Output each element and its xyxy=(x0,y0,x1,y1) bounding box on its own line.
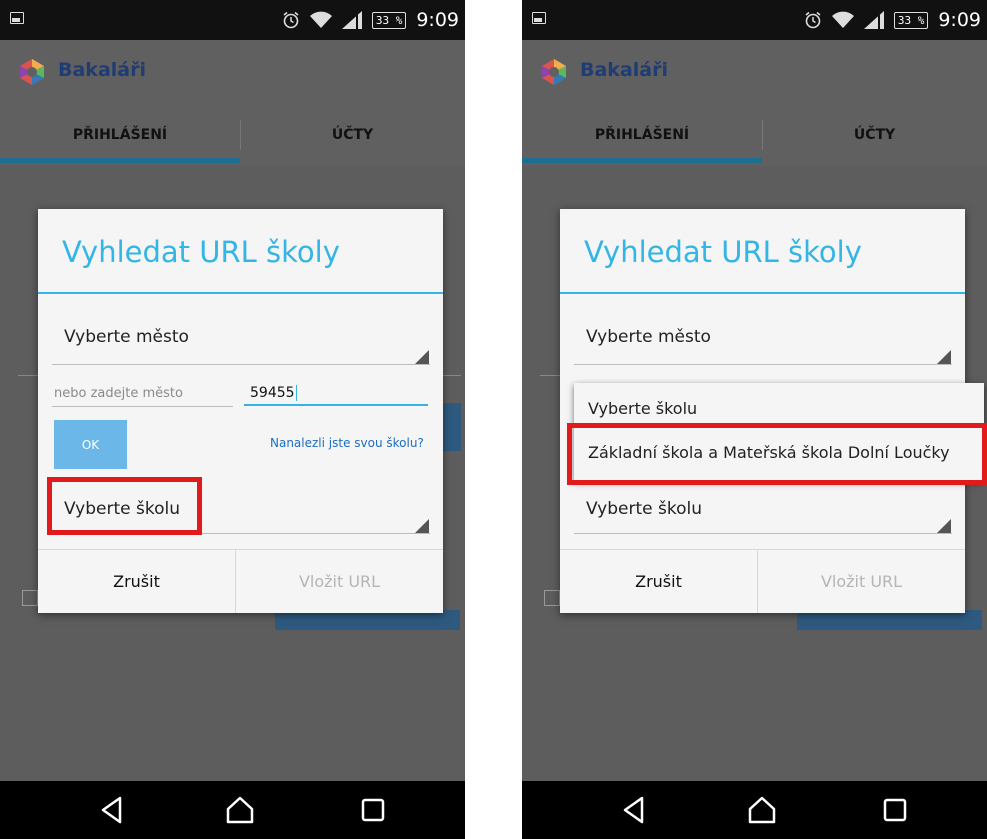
text-cursor xyxy=(295,385,297,401)
found-school-link[interactable]: Nanalezli jste svou školu? xyxy=(270,436,424,450)
input-underline xyxy=(52,406,233,407)
image-icon xyxy=(532,12,546,24)
background-checkbox xyxy=(22,590,38,606)
clock: 9:09 xyxy=(416,9,459,31)
insert-url-button[interactable]: Vložit URL xyxy=(236,550,443,613)
title-divider xyxy=(560,292,965,294)
tab-indicator xyxy=(522,158,762,163)
background-button xyxy=(275,610,460,630)
cancel-button[interactable]: Zrušit xyxy=(38,550,235,613)
bakalari-logo-icon xyxy=(20,59,44,85)
input-underline-focused xyxy=(244,404,428,406)
spinner-underline xyxy=(52,364,430,365)
app-bar: Bakaláři xyxy=(0,40,465,104)
background-button xyxy=(797,610,982,630)
ok-button[interactable]: OK xyxy=(54,420,127,469)
recents-icon[interactable] xyxy=(879,794,911,826)
home-icon[interactable] xyxy=(224,794,256,826)
app-bar: Bakaláři xyxy=(522,40,987,104)
status-bar: 33 % 9:09 xyxy=(0,0,465,40)
tab-bar: PŘIHLÁŠENÍ ÚČTY xyxy=(522,104,987,166)
alarm-icon xyxy=(805,11,821,29)
phone-screen-right: 33 % 9:09 Bakaláři PŘIHLÁŠENÍ ÚČTY Vyhle… xyxy=(522,0,987,839)
highlight-box xyxy=(47,477,202,535)
dialog-title: Vyhledat URL školy xyxy=(584,235,862,269)
tab-accounts[interactable]: ÚČTY xyxy=(240,104,465,166)
spinner-arrow-icon xyxy=(937,350,951,364)
background-button xyxy=(443,403,461,451)
background-checkbox xyxy=(544,590,560,606)
city-spinner[interactable]: Vyberte město xyxy=(586,327,711,347)
cancel-button[interactable]: Zrušit xyxy=(560,550,757,613)
clock: 9:09 xyxy=(938,9,981,31)
image-icon xyxy=(10,12,24,24)
city-spinner[interactable]: Vyberte město xyxy=(64,327,189,347)
search-school-dialog: Vyhledat URL školy Vyberte město nebo za… xyxy=(38,209,443,613)
nav-bar xyxy=(0,781,465,839)
city-input[interactable]: nebo zadejte město xyxy=(54,386,183,401)
bakalari-logo-icon xyxy=(542,59,566,85)
signal-icon xyxy=(863,11,884,29)
spinner-underline xyxy=(574,533,952,534)
background-field xyxy=(443,375,461,376)
wifi-icon xyxy=(831,11,854,28)
tab-accounts[interactable]: ÚČTY xyxy=(762,104,987,166)
spinner-arrow-icon xyxy=(415,519,429,533)
dialog-title: Vyhledat URL školy xyxy=(62,235,340,269)
zip-input-value: 59455 xyxy=(250,385,295,401)
back-icon[interactable] xyxy=(96,794,128,826)
spinner-underline xyxy=(574,364,952,365)
background-field xyxy=(18,375,40,376)
wifi-icon xyxy=(309,11,332,28)
status-bar: 33 % 9:09 xyxy=(522,0,987,40)
battery-icon: 33 % xyxy=(371,11,407,29)
dropdown-item-placeholder[interactable]: Vyberte školu xyxy=(588,399,697,418)
background-field xyxy=(540,375,562,376)
back-icon[interactable] xyxy=(618,794,650,826)
zip-input[interactable]: 59455 xyxy=(250,385,297,401)
signal-icon xyxy=(341,11,362,29)
nav-bar xyxy=(522,781,987,839)
recents-icon[interactable] xyxy=(357,794,389,826)
home-icon[interactable] xyxy=(746,794,778,826)
insert-url-button[interactable]: Vložit URL xyxy=(758,550,965,613)
alarm-icon xyxy=(283,11,299,29)
app-title: Bakaláři xyxy=(580,59,668,81)
highlight-box xyxy=(567,423,987,485)
spinner-arrow-icon xyxy=(415,350,429,364)
phone-screen-left: 33 % 9:09 Bakaláři PŘIHLÁŠENÍ ÚČTY Vyhle… xyxy=(0,0,465,839)
tab-bar: PŘIHLÁŠENÍ ÚČTY xyxy=(0,104,465,166)
title-divider xyxy=(38,292,443,294)
battery-icon: 33 % xyxy=(893,11,929,29)
school-spinner[interactable]: Vyberte školu xyxy=(586,499,702,519)
spinner-arrow-icon xyxy=(937,519,951,533)
app-title: Bakaláři xyxy=(58,59,146,81)
tab-indicator xyxy=(0,158,240,163)
tab-login[interactable]: PŘIHLÁŠENÍ xyxy=(0,104,240,166)
tab-login[interactable]: PŘIHLÁŠENÍ xyxy=(522,104,762,166)
